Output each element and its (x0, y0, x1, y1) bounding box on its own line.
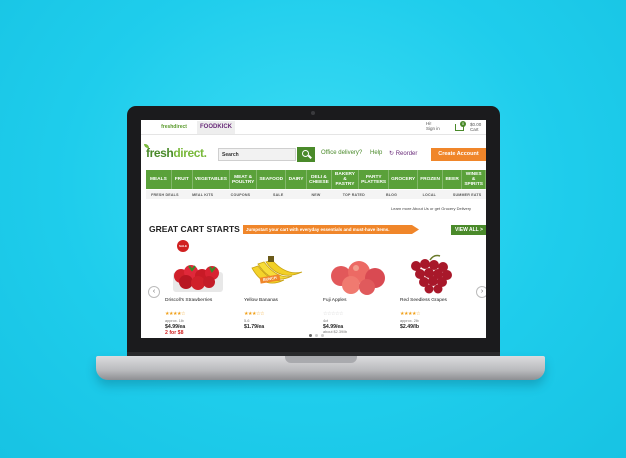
laptop-base (96, 356, 545, 380)
tab-foodkick[interactable]: FOODKICK (197, 121, 235, 134)
carousel-dot[interactable] (321, 334, 324, 337)
help-link[interactable]: Help (370, 150, 382, 156)
sign-in-text: Sign in (426, 126, 440, 131)
rating-stars: ☆☆☆☆☆ (323, 312, 344, 317)
bananas-image (251, 256, 303, 284)
category-nav: MEALS FRUIT VEGETABLES MEAT & POULTRY SE… (146, 170, 486, 189)
product-unit: 4ct (323, 319, 329, 323)
laptop-notch (285, 356, 357, 363)
product-card[interactable]: Red Seedless Grapes ★★★★☆ approx. 2lb $2… (400, 240, 468, 336)
nav-seafood[interactable]: SEAFOOD (257, 170, 287, 189)
nav-deli-cheese[interactable]: DELI & CHEESE (307, 170, 332, 189)
freshdirect-logo[interactable]: freshdirect. (146, 146, 207, 160)
laptop-lid: freshdirect FOODKICK Hi! Sign in 0 $0.00… (127, 106, 500, 354)
nav-wines-spirits[interactable]: WINES & SPIRITS (462, 170, 486, 189)
product-card[interactable]: BUNCH Yellow Bananas ★★★☆☆ 5-6 $1.79/ea (244, 240, 312, 336)
carousel-dots (309, 334, 324, 337)
nav-fruit[interactable]: FRUIT (172, 170, 193, 189)
carousel-prev-icon[interactable]: ‹ (148, 286, 160, 298)
logo-direct: direct. (173, 146, 207, 160)
subnav-local[interactable]: LOCAL (410, 190, 448, 199)
product-name[interactable]: Fuji Apples (323, 298, 393, 304)
rating-stars: ★★★★☆ (400, 312, 421, 317)
search-button[interactable] (297, 147, 315, 162)
rating-stars: ★★★★☆ (165, 312, 186, 317)
promo-banner: Jumpstart your cart with everyday essent… (243, 225, 419, 234)
nav-beer[interactable]: BEER (443, 170, 463, 189)
learn-more-link[interactable]: Learn more About Us or get Grocery Deliv… (391, 206, 471, 211)
site-topbar: freshdirect FOODKICK Hi! Sign in 0 $0.00… (141, 120, 486, 135)
sign-in-link[interactable]: Hi! Sign in (426, 121, 440, 131)
product-name[interactable]: Yellow Bananas (244, 298, 314, 304)
view-all-button[interactable]: VIEW ALL > (451, 225, 486, 235)
carousel-dot[interactable] (315, 334, 318, 337)
nav-meals[interactable]: MEALS (146, 170, 172, 189)
product-card[interactable]: SALE Driscoll's Strawberries ★★★★☆ appro… (165, 240, 233, 336)
price-per-lb: about $2.39/lb (323, 330, 348, 334)
product-unit: approx. 2lb (400, 319, 419, 323)
subnav-new[interactable]: NEW (297, 190, 335, 199)
reorder-link[interactable]: ↻ Reorder (389, 150, 417, 157)
office-delivery-link[interactable]: Office delivery? (321, 150, 362, 156)
nav-frozen[interactable]: FROZEN (418, 170, 443, 189)
rating-stars: ★★★☆☆ (244, 312, 265, 317)
product-card[interactable]: Fuji Apples ☆☆☆☆☆ 4ct $4.99/ea about $2.… (323, 240, 391, 336)
product-name[interactable]: Red Seedless Grapes (400, 298, 470, 304)
subnav-summer-eats[interactable]: SUMMER EATS (448, 190, 486, 199)
reorder-label: Reorder (395, 151, 418, 157)
sub-nav: FRESH DEALS MEAL KITS COUPONS SALE NEW T… (146, 190, 486, 199)
subnav-top-rated[interactable]: TOP RATED (335, 190, 373, 199)
nav-dairy[interactable]: DAIRY (286, 170, 308, 189)
nav-vegetables[interactable]: VEGETABLES (193, 170, 230, 189)
product-price: $2.49/lb (400, 324, 420, 330)
search-input[interactable]: Search (218, 148, 296, 161)
subnav-coupons[interactable]: COUPONS (222, 190, 260, 199)
cart-count-badge: 0 (460, 121, 466, 127)
deal-text: 2 for $8 (165, 330, 184, 336)
product-unit: 5-6 (244, 319, 250, 323)
subnav-fresh-deals[interactable]: FRESH DEALS (146, 190, 184, 199)
nav-bakery-pastry[interactable]: BAKERY & PASTRY (332, 170, 360, 189)
tab-freshdirect[interactable]: freshdirect (153, 122, 195, 133)
product-price: $1.79/ea (244, 324, 265, 330)
carousel-dot[interactable] (309, 334, 312, 337)
section-title: GREAT CART STARTS (149, 224, 240, 234)
laptop-screen: freshdirect FOODKICK Hi! Sign in 0 $0.00… (141, 120, 486, 338)
nav-party-platters[interactable]: PARTY PLATTERS (359, 170, 390, 189)
create-account-button[interactable]: Create Account (431, 148, 486, 161)
apples-image (331, 261, 385, 295)
nav-meat-poultry[interactable]: MEAT & POULTRY (230, 170, 258, 189)
carousel-next-icon[interactable]: › (476, 286, 486, 298)
subnav-blog[interactable]: BLOG (373, 190, 411, 199)
camera-icon (311, 111, 315, 115)
subnav-meal-kits[interactable]: MEAL KITS (184, 190, 222, 199)
cart-label: Cart (470, 127, 479, 132)
subnav-sale[interactable]: SALE (259, 190, 297, 199)
logo-fresh: fresh (146, 146, 174, 160)
cart-summary[interactable]: $0.00 Cart (470, 122, 481, 132)
product-unit: approx. 1lb (165, 319, 184, 323)
grapes-image (411, 254, 452, 294)
strawberries-image (173, 265, 223, 292)
nav-grocery[interactable]: GROCERY (389, 170, 419, 189)
product-name[interactable]: Driscoll's Strawberries (165, 298, 235, 304)
